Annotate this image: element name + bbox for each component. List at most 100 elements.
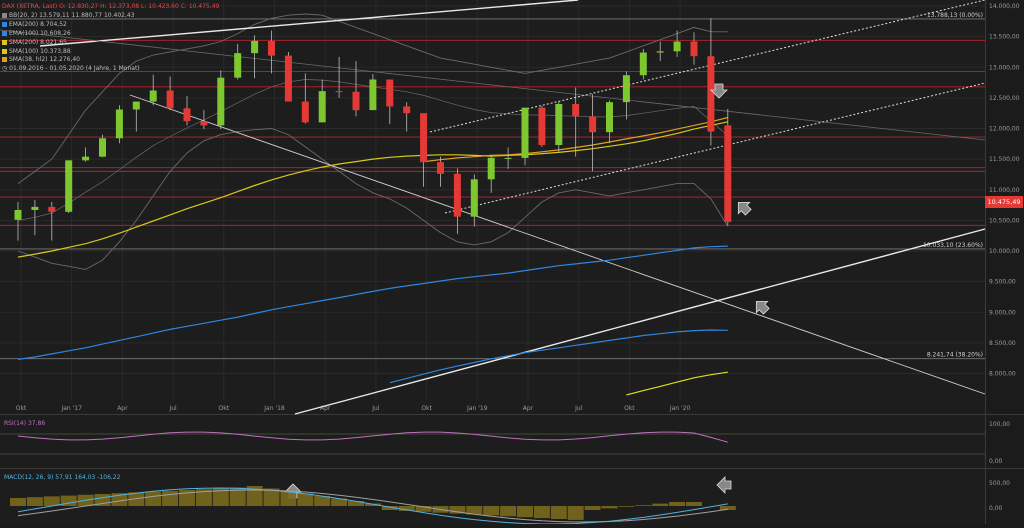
y-tick-label: 11.500,00	[989, 156, 1020, 163]
x-tick-label: Apr	[117, 405, 128, 412]
macd-hist-bar	[483, 506, 500, 516]
candle-body	[470, 179, 478, 217]
y-tick-label: 13.000,00	[989, 64, 1020, 71]
macd-hist-bar	[686, 502, 702, 506]
rsi-label: RSI(14) 37,86	[4, 420, 46, 427]
candle-body	[690, 41, 698, 57]
x-tick-label: Jan '17	[60, 405, 82, 412]
macd-hist-bar	[601, 506, 618, 509]
macd-hist-bar	[652, 503, 669, 506]
x-tick-label: Jul	[574, 405, 583, 412]
candle-body	[132, 101, 140, 110]
candle-body	[183, 108, 191, 122]
x-tick-label: Jul	[371, 405, 380, 412]
candle-body	[335, 91, 343, 93]
candle-body	[234, 53, 242, 78]
y-tick-label: 14.000,00	[989, 3, 1020, 10]
candle-body	[268, 40, 275, 56]
candle-body	[656, 51, 664, 53]
legend-label-bb: BB(20, 2) 13.579,11 11.880,77 10.402,43	[9, 11, 135, 19]
macd-label: MACD(12, 26, 9) 57,91 164,03 -106,22	[4, 474, 121, 481]
legend-row-range: ◷ 01.09.2016 - 01.05.2020 (4 Jahre, 1 Mo…	[2, 65, 219, 74]
axis-panel-bg	[985, 0, 1024, 524]
legend-label-ema200: EMA(200) 8.704,52	[9, 20, 67, 28]
candle-body	[48, 206, 56, 212]
candle-body	[487, 157, 495, 180]
macd-tick-label: 500,00	[989, 480, 1010, 487]
legend-swatch-sma200	[2, 39, 7, 45]
candle-body	[200, 121, 208, 126]
macd-hist-bar	[314, 496, 331, 506]
macd-hist-bar	[162, 490, 179, 506]
x-tick-label: Jul	[168, 405, 177, 412]
x-tick-label: Okt	[16, 405, 27, 412]
y-tick-label: 9.500,00	[989, 279, 1016, 286]
legend-label-sma200: SMA(200) 8.021,65	[9, 38, 67, 46]
chart-stage[interactable]: Okt Jan '17 Apr Jul Okt Jan '18 Apr Jul Okt Jan '…	[0, 0, 1024, 525]
x-tick-label: Okt	[421, 405, 432, 412]
chart-legend: DAX (XETRA, Last) O: 12.830,27 H: 12.373…	[2, 3, 219, 74]
x-tick-label: Okt	[219, 405, 230, 412]
legend-row-bb: BB(20, 2) 13.579,11 11.880,77 10.402,43	[2, 12, 219, 21]
macd-hist-bar	[669, 502, 686, 506]
candle-body	[622, 75, 630, 103]
macd-hist-bar	[533, 506, 550, 519]
macd-hist-bar	[517, 506, 533, 518]
x-tick-label: Jan '19	[466, 405, 488, 412]
candle-body	[115, 109, 123, 139]
candle-body	[707, 56, 715, 132]
legend-swatch-sma100	[2, 48, 7, 54]
macd-hist-bar	[500, 506, 517, 517]
candle-body	[403, 106, 411, 114]
legend-swatch-ema200	[2, 21, 7, 27]
macd-tick-label: 0,00	[989, 505, 1003, 512]
legend-label-sma38: SMA(38, hl2) 12.276,40	[9, 56, 80, 64]
legend-label-ema100: EMA(100) 10.608,26	[9, 29, 71, 37]
candle-body	[149, 90, 157, 102]
candle-body	[166, 90, 174, 109]
candle-body	[437, 162, 444, 174]
x-tick-label: Jan '18	[263, 405, 285, 412]
y-tick-label: 8.000,00	[989, 371, 1016, 378]
y-tick-label: 12.500,00	[989, 95, 1020, 102]
macd-hist-bar	[280, 491, 297, 506]
candle-body	[301, 101, 309, 123]
y-tick-label: 12.000,00	[989, 126, 1020, 133]
legend-row-sma38: SMA(38, hl2) 12.276,40	[2, 56, 219, 65]
macd-hist-bar	[635, 505, 652, 506]
legend-swatch-bb	[2, 12, 7, 18]
candle-body	[251, 40, 259, 54]
last-price-badge: 10.475,49	[985, 196, 1023, 208]
candle-body	[420, 113, 428, 163]
x-tick-label: Apr	[523, 405, 534, 412]
candle-body	[538, 107, 546, 146]
candle-body	[14, 209, 22, 220]
legend-row-sma200: SMA(200) 8.021,65	[2, 39, 219, 48]
legend-swatch-ema100	[2, 30, 7, 36]
legend-range: 01.09.2016 - 01.05.2020 (4 Jahre, 1 Mona…	[9, 65, 140, 73]
y-tick-label: 9.000,00	[989, 309, 1016, 316]
candle-body	[589, 116, 597, 133]
candle-body	[521, 107, 529, 158]
y-tick-label: 10.500,00	[989, 217, 1020, 224]
candle-body	[65, 160, 73, 212]
candle-body	[369, 79, 377, 111]
legend-swatch-sma38	[2, 57, 7, 63]
y-tick-label: 10.000,00	[989, 248, 1020, 255]
candle-body	[31, 206, 39, 210]
rsi-panel-bg	[0, 415, 985, 468]
legend-row-ema100: EMA(100) 10.608,26	[2, 30, 219, 39]
macd-hist-bar	[10, 498, 26, 506]
rsi-tick-label: 100,00	[989, 421, 1010, 428]
chart-svg[interactable]: Okt Jan '17 Apr Jul Okt Jan '18 Apr Jul Okt Jan '…	[0, 0, 1024, 525]
macd-hist-bar	[550, 506, 567, 519]
legend-row-ema200: EMA(200) 8.704,52	[2, 21, 219, 30]
candle-body	[318, 91, 326, 123]
legend-label-sma100: SMA(100) 10.373,88	[9, 47, 71, 55]
y-tick-label: 13.500,00	[989, 34, 1020, 41]
candle-body	[504, 157, 512, 159]
candle-body	[453, 173, 461, 217]
legend-row-sma100: SMA(100) 10.373,88	[2, 48, 219, 57]
candle-body	[572, 104, 580, 117]
macd-hist-bar	[584, 506, 601, 510]
